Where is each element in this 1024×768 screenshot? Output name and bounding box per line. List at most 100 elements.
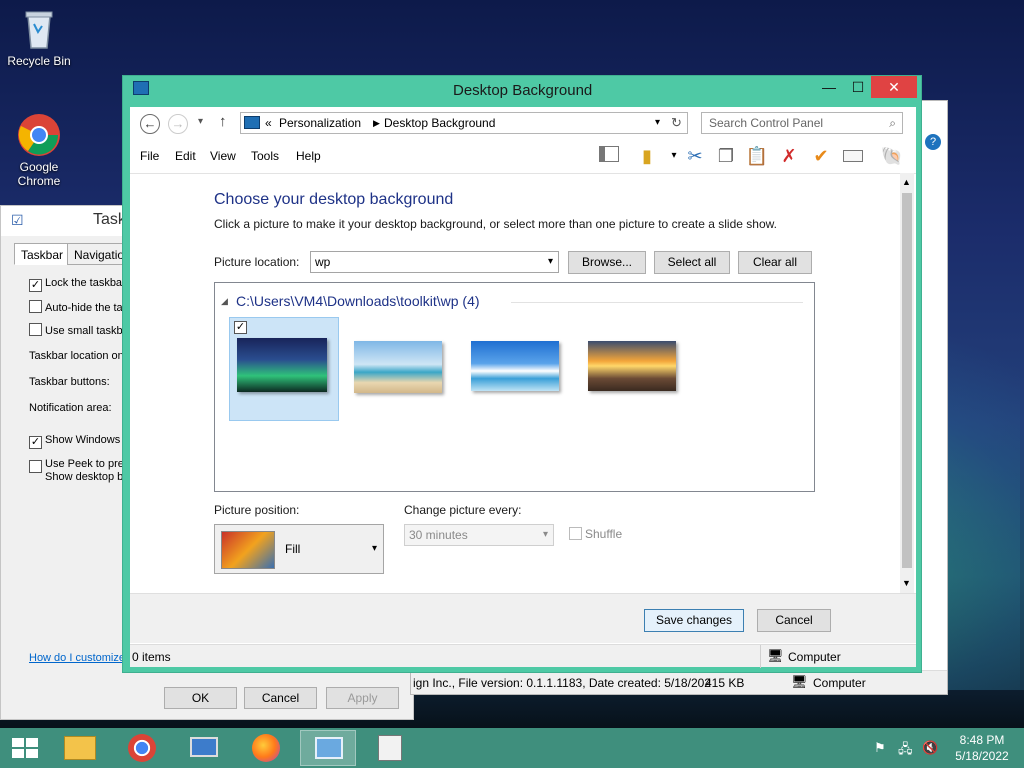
delete-icon[interactable]: ✗	[777, 145, 801, 167]
picture-location-value: wp	[315, 255, 331, 269]
close-button[interactable]: ✕	[871, 76, 917, 98]
option-label-line2: Show desktop b	[45, 471, 124, 483]
menu-tools[interactable]: Tools	[251, 149, 279, 163]
menu-view[interactable]: View	[210, 149, 236, 163]
checkbox[interactable]	[29, 300, 42, 313]
search-input[interactable]: Search Control Panel ⌕	[701, 112, 903, 134]
palm-beach-wallpaper-thumbnail	[354, 341, 442, 393]
taskbar-control-panel[interactable]	[300, 730, 356, 766]
chevron-down-icon: ▾	[371, 543, 377, 554]
wallpaper-item-blue-sky-island[interactable]	[463, 317, 573, 421]
cancel-button[interactable]: Cancel	[244, 687, 317, 709]
clear-all-button[interactable]: Clear all	[738, 251, 812, 274]
rename-icon[interactable]	[841, 145, 865, 167]
address-field[interactable]: « Personalization ▶ Desktop Background ▾…	[240, 112, 688, 134]
breadcrumb-personalization[interactable]: Personalization	[279, 113, 361, 133]
maximize-button[interactable]: ☐	[842, 76, 874, 98]
checkbox[interactable]	[29, 323, 42, 336]
clock-time: 8:48 PM	[959, 733, 1005, 747]
control-panel-icon	[244, 116, 260, 129]
computer-label: Computer	[813, 676, 866, 690]
address-overflow[interactable]: «	[265, 113, 272, 133]
taskbar-computer[interactable]	[176, 730, 232, 766]
customize-help-link[interactable]: How do I customize	[29, 652, 125, 664]
wallpaper-item-palm-beach[interactable]	[346, 317, 456, 421]
system-clock[interactable]: 8:48 PM 5/18/2022	[950, 732, 1014, 764]
address-dropdown-chevron-icon[interactable]: ▾	[655, 113, 660, 133]
item-count: 0 items	[132, 650, 171, 664]
group-collapse-icon[interactable]: ◢	[221, 296, 228, 307]
checkbox-checked[interactable]: ✓	[234, 321, 247, 334]
action-center-flag-icon[interactable]: ⚑	[874, 740, 886, 756]
search-placeholder: Search Control Panel	[709, 116, 824, 130]
up-arrow-icon[interactable]: ↑	[219, 113, 227, 130]
wallpaper-item-aurora[interactable]: ✓	[229, 317, 339, 421]
desktop-icon-google-chrome[interactable]: Google Chrome	[1, 112, 77, 188]
vertical-scrollbar[interactable]: ▲ ▼	[900, 173, 914, 593]
use-peek-option[interactable]: Use Peek to pre Show desktop b	[29, 458, 124, 484]
cancel-button[interactable]: Cancel	[757, 609, 831, 632]
show-windows-store-option[interactable]: ✓ Show Windows S	[29, 434, 131, 449]
fill-preview-icon	[221, 531, 275, 569]
wallpaper-item-sunset-pier[interactable]	[580, 317, 690, 421]
start-button[interactable]	[2, 730, 48, 766]
menu-file[interactable]: File	[140, 149, 159, 163]
aurora-wallpaper-thumbnail	[237, 338, 327, 392]
properties-folder-icon[interactable]: ▮	[635, 145, 659, 167]
recent-pages-chevron-icon[interactable]: ▾	[198, 116, 203, 127]
save-changes-button[interactable]: Save changes	[644, 609, 744, 632]
computer-icon: 🖥	[791, 674, 808, 689]
taskbar-file-explorer[interactable]	[52, 730, 108, 766]
taskbar-buttons-label: Taskbar buttons:	[29, 376, 110, 388]
desktop-icon-recycle-bin[interactable]: Recycle Bin	[1, 6, 77, 68]
select-all-button[interactable]: Select all	[654, 251, 730, 274]
breadcrumb-separator-icon: ▶	[373, 118, 380, 128]
menu-edit[interactable]: Edit	[175, 149, 196, 163]
change-picture-value: 30 minutes	[409, 528, 468, 542]
picture-position-select[interactable]: Fill ▾	[214, 524, 384, 574]
network-icon[interactable]: 🖧	[898, 740, 913, 762]
desktop-background-window[interactable]: Desktop Background — ☐ ✕ ← → ▾ ↑ « Perso…	[122, 75, 922, 673]
preview-pane-icon[interactable]	[597, 145, 621, 167]
small-buttons-option[interactable]: Use small taskba	[29, 323, 129, 337]
copy-icon[interactable]: ❐	[714, 145, 738, 167]
computer-icon	[190, 737, 218, 757]
forward-arrow-icon[interactable]: →	[168, 114, 188, 134]
checkbox-checked[interactable]: ✓	[29, 279, 42, 292]
minimize-button[interactable]: —	[813, 76, 845, 98]
scroll-up-icon[interactable]: ▲	[902, 177, 911, 187]
breadcrumb-desktop-background[interactable]: Desktop Background	[384, 113, 495, 133]
taskbar-chrome[interactable]	[114, 730, 170, 766]
checkmark-icon[interactable]: ✔	[809, 145, 833, 167]
search-icon[interactable]: ⌕	[889, 113, 896, 133]
picture-location-select[interactable]: wp ▾	[310, 251, 559, 273]
checkbox-checked[interactable]: ✓	[29, 436, 42, 449]
scrollbar-thumb[interactable]	[902, 193, 912, 568]
lock-taskbar-option[interactable]: ✓ Lock the taskbar	[29, 277, 126, 292]
browse-button[interactable]: Browse...	[568, 251, 646, 274]
refresh-icon[interactable]: ↻	[671, 113, 682, 133]
shell-icon[interactable]: 🐚	[880, 145, 904, 167]
taskbar-firefox[interactable]	[238, 730, 294, 766]
chevron-down-icon: ▾	[542, 529, 548, 540]
menu-help[interactable]: Help	[296, 149, 321, 163]
paste-icon[interactable]: 📋	[745, 145, 769, 167]
apply-button[interactable]: Apply	[326, 687, 399, 709]
status-bar: 0 items 🖥 Computer	[130, 644, 916, 668]
taskbar: ⚑ 🖧 🔇 8:48 PM 5/18/2022	[0, 728, 1024, 768]
computer-label: Computer	[788, 650, 841, 664]
checkbox[interactable]	[29, 460, 42, 473]
checkbox[interactable]	[569, 527, 582, 540]
back-arrow-icon[interactable]: ←	[140, 114, 160, 134]
volume-muted-icon[interactable]: 🔇	[922, 740, 938, 756]
tab-taskbar[interactable]: Taskbar	[14, 243, 71, 265]
ok-button[interactable]: OK	[164, 687, 237, 709]
auto-hide-option[interactable]: Auto-hide the ta	[29, 300, 123, 314]
taskbar-task-manager[interactable]	[362, 730, 418, 766]
help-icon[interactable]: ?	[925, 134, 941, 150]
picture-location-label: Picture location:	[214, 255, 300, 269]
change-picture-select[interactable]: 30 minutes ▾	[404, 524, 554, 546]
cut-icon[interactable]: ✂	[683, 145, 707, 167]
scroll-down-icon[interactable]: ▼	[902, 578, 911, 588]
shuffle-option[interactable]: Shuffle	[569, 527, 622, 541]
